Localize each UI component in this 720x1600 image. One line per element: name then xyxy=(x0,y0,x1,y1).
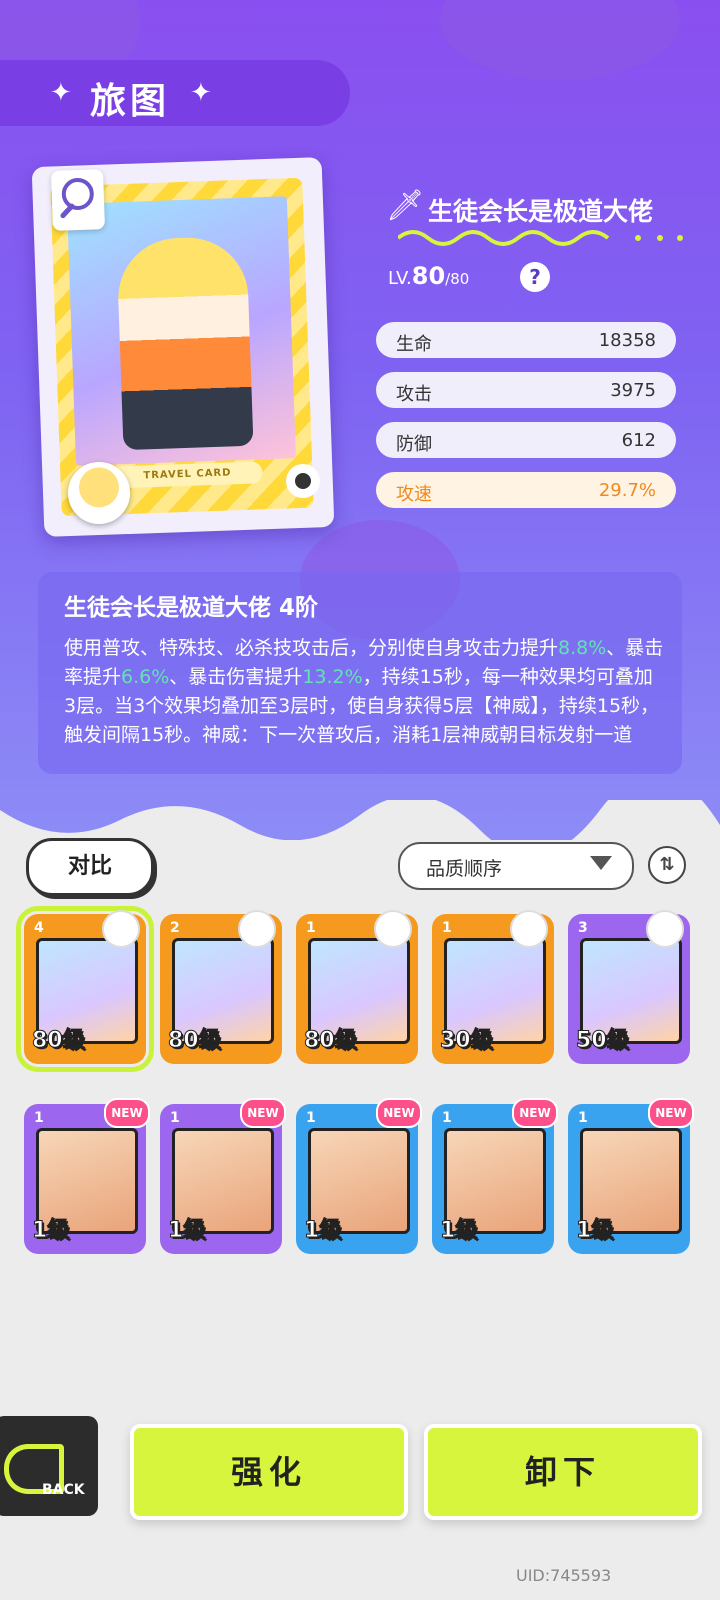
inventory-card[interactable]: 3 50级 xyxy=(568,910,690,1064)
stat-row: 攻击 3975 xyxy=(376,372,676,408)
card-level-label: 80级 xyxy=(304,1028,358,1054)
card-level-label: 80级 xyxy=(168,1028,222,1054)
decor-splat xyxy=(440,0,680,80)
card-level-label: 1级 xyxy=(167,1218,206,1244)
squiggle-decoration xyxy=(398,230,683,246)
equipped-avatar xyxy=(238,910,276,948)
skill-description: 使用普攻、特殊技、必杀技攻击后，分别使自身攻击力提升8.8%、暴击率提升6.6%… xyxy=(64,634,664,750)
stat-row-highlighted: 攻速 29.7% xyxy=(376,472,676,508)
character-avatar xyxy=(68,462,130,524)
sparkle-icon: ✦ xyxy=(190,78,212,108)
skill-value: 8.8% xyxy=(558,637,607,659)
sort-label: 品质顺序 xyxy=(426,858,503,880)
level-prefix: LV. xyxy=(388,268,412,289)
card-level: LV.80/80 xyxy=(388,262,469,290)
equipped-avatar xyxy=(102,910,140,948)
help-icon[interactable]: ? xyxy=(520,262,550,292)
stat-label: 防御 xyxy=(396,434,432,455)
card-level-label: 80级 xyxy=(32,1028,86,1054)
skill-value: 13.2% xyxy=(302,666,363,688)
stat-row: 防御 612 xyxy=(376,422,676,458)
back-label: BACK xyxy=(42,1482,85,1498)
page-title: 旅图 xyxy=(90,81,171,122)
new-badge: NEW xyxy=(376,1098,422,1128)
card-name: 生徒会长是极道大佬 xyxy=(428,197,654,226)
enhance-button[interactable]: 强化 xyxy=(130,1424,408,1520)
user-id: UID:745593 xyxy=(516,1566,612,1585)
stat-row: 生命 18358 xyxy=(376,322,676,358)
card-label: TRAVEL CARD xyxy=(112,461,263,489)
sort-order-icon[interactable]: ⇅ xyxy=(648,846,686,884)
stat-label: 攻击 xyxy=(396,384,432,405)
skill-value: 6.6% xyxy=(121,666,170,688)
skill-text: 使用普攻、特殊技、必杀技攻击后，分别使自身攻击力提升 xyxy=(64,637,559,659)
star-count: 1 xyxy=(442,1110,452,1126)
level-max: /80 xyxy=(445,270,470,288)
star-count: 1 xyxy=(306,1110,316,1126)
stat-value: 18358 xyxy=(598,330,656,351)
inventory-card[interactable]: 1 30级 xyxy=(432,910,554,1064)
stat-value: 29.7% xyxy=(598,480,656,501)
new-badge: NEW xyxy=(240,1098,286,1128)
inventory-card[interactable]: 1 1级 NEW xyxy=(432,1098,558,1254)
card-level-label: 1级 xyxy=(303,1218,342,1244)
new-badge: NEW xyxy=(104,1098,150,1128)
inventory-card[interactable]: 1 1级 NEW xyxy=(296,1098,422,1254)
star-count: 1 xyxy=(442,920,452,936)
card-level-label: 1级 xyxy=(575,1218,614,1244)
new-badge: NEW xyxy=(648,1098,694,1128)
level-value: 80 xyxy=(411,262,446,290)
star-count: 4 xyxy=(34,920,44,936)
chevron-down-icon xyxy=(590,856,612,870)
card-level-label: 30级 xyxy=(440,1028,494,1054)
stat-label: 攻速 xyxy=(396,484,432,505)
compare-button[interactable]: 对比 xyxy=(26,838,154,896)
stat-value: 612 xyxy=(621,430,656,451)
inventory-card[interactable]: 1 1级 NEW xyxy=(160,1098,286,1254)
lock-icon[interactable] xyxy=(286,464,320,498)
stat-value: 3975 xyxy=(610,380,656,401)
skill-title: 生徒会长是极道大佬 4阶 xyxy=(64,595,319,621)
card-level-label: 1级 xyxy=(439,1218,478,1244)
sort-dropdown[interactable]: 品质顺序 xyxy=(398,842,634,890)
star-count: 3 xyxy=(578,920,588,936)
inventory-card[interactable]: 1 1级 NEW xyxy=(24,1098,150,1254)
stat-label: 生命 xyxy=(396,334,432,355)
star-count: 1 xyxy=(34,1110,44,1126)
back-button[interactable]: BACK xyxy=(0,1416,98,1516)
unequip-button[interactable]: 卸下 xyxy=(424,1424,702,1520)
equipped-avatar xyxy=(374,910,412,948)
inventory-card[interactable]: 1 80级 xyxy=(296,910,418,1064)
skill-text: 、暴击伤害提升 xyxy=(169,666,303,688)
card-level-label: 50级 xyxy=(576,1028,630,1054)
sword-icon: 🗡 xyxy=(386,188,425,223)
inventory-card[interactable]: 1 1级 NEW xyxy=(568,1098,694,1254)
star-count: 1 xyxy=(170,1110,180,1126)
card-level-label: 1级 xyxy=(31,1218,70,1244)
inventory-card[interactable]: 2 80级 xyxy=(160,910,282,1064)
search-icon xyxy=(61,177,95,211)
equipped-avatar xyxy=(646,910,684,948)
sparkle-icon: ✦ xyxy=(50,78,72,108)
card-artwork xyxy=(66,196,296,466)
zoom-button[interactable] xyxy=(50,169,106,231)
star-count: 2 xyxy=(170,920,180,936)
new-badge: NEW xyxy=(512,1098,558,1128)
equipped-avatar xyxy=(510,910,548,948)
inventory-card[interactable]: 4 80级 xyxy=(16,906,154,1072)
star-count: 1 xyxy=(306,920,316,936)
character-illustration xyxy=(116,235,254,451)
star-count: 1 xyxy=(578,1110,588,1126)
skill-panel[interactable]: 生徒会长是极道大佬 4阶 使用普攻、特殊技、必杀技攻击后，分别使自身攻击力提升8… xyxy=(38,572,682,774)
